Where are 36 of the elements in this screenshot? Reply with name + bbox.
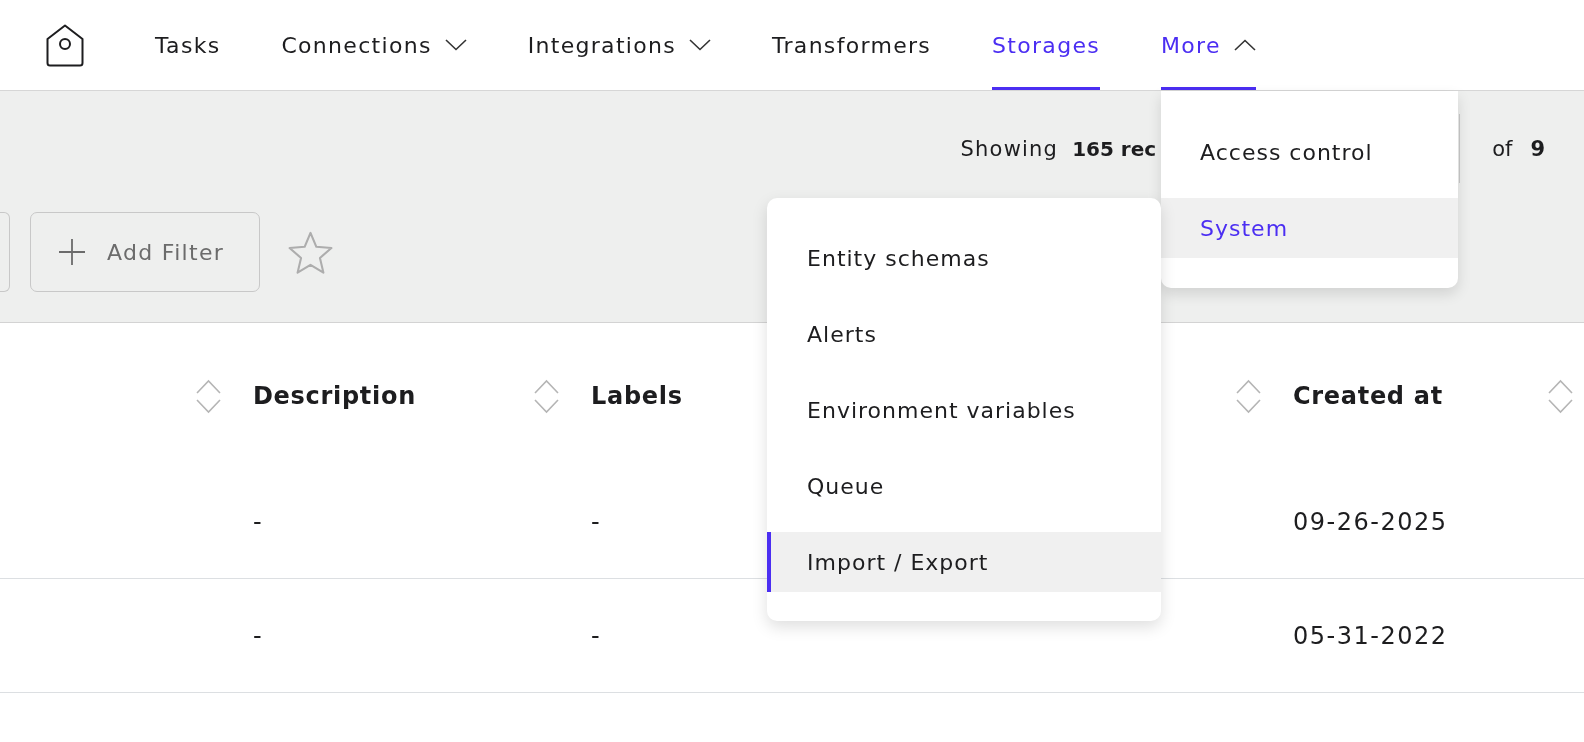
column-header[interactable]: Created at	[1293, 382, 1443, 410]
nav-tab[interactable]: Connections	[281, 0, 467, 90]
column-header[interactable]: Labels	[591, 382, 683, 410]
menu-item[interactable]: System	[1161, 198, 1459, 258]
page-total: 9	[1530, 136, 1545, 161]
sort-icon[interactable]	[1236, 378, 1261, 414]
submenu-item[interactable]: Environment variables	[767, 380, 1162, 440]
chevron-down-icon	[444, 39, 467, 51]
page-of-label: of	[1492, 136, 1513, 161]
house-icon[interactable]	[46, 23, 84, 67]
add-filter-button[interactable]: Add Filter	[30, 212, 260, 292]
table-cell: 09-26-2025	[1293, 507, 1448, 536]
submenu-item[interactable]: Queue	[767, 456, 1162, 516]
chevron-up-icon	[1233, 39, 1256, 51]
records-count: 165 rec	[1072, 136, 1157, 161]
submenu-item[interactable]: Import / Export	[767, 532, 1162, 592]
chevron-down-icon	[689, 39, 711, 51]
table-cell: 05-31-2022	[1293, 621, 1448, 650]
nav-tab[interactable]: Transformers	[772, 0, 932, 90]
table-cell: -	[591, 507, 600, 536]
submenu-item[interactable]: Entity schemas	[767, 228, 1162, 288]
submenu-item[interactable]: Alerts	[767, 304, 1162, 364]
nav-tab[interactable]: Tasks	[155, 0, 221, 90]
plus-icon	[59, 239, 85, 265]
table-cell: -	[253, 621, 262, 650]
records-label: Showing	[960, 136, 1059, 161]
column-header[interactable]: Description	[253, 382, 416, 410]
star-icon[interactable]	[288, 230, 333, 274]
sort-icon[interactable]	[534, 378, 559, 414]
nav-tab[interactable]: Integrations	[527, 0, 711, 90]
sort-icon[interactable]	[196, 378, 221, 414]
table-cell: -	[591, 621, 600, 650]
filter-chip[interactable]	[0, 212, 10, 292]
menu-item[interactable]: Access control	[1161, 122, 1459, 182]
sort-icon[interactable]	[1548, 378, 1573, 414]
table-cell: -	[253, 507, 262, 536]
